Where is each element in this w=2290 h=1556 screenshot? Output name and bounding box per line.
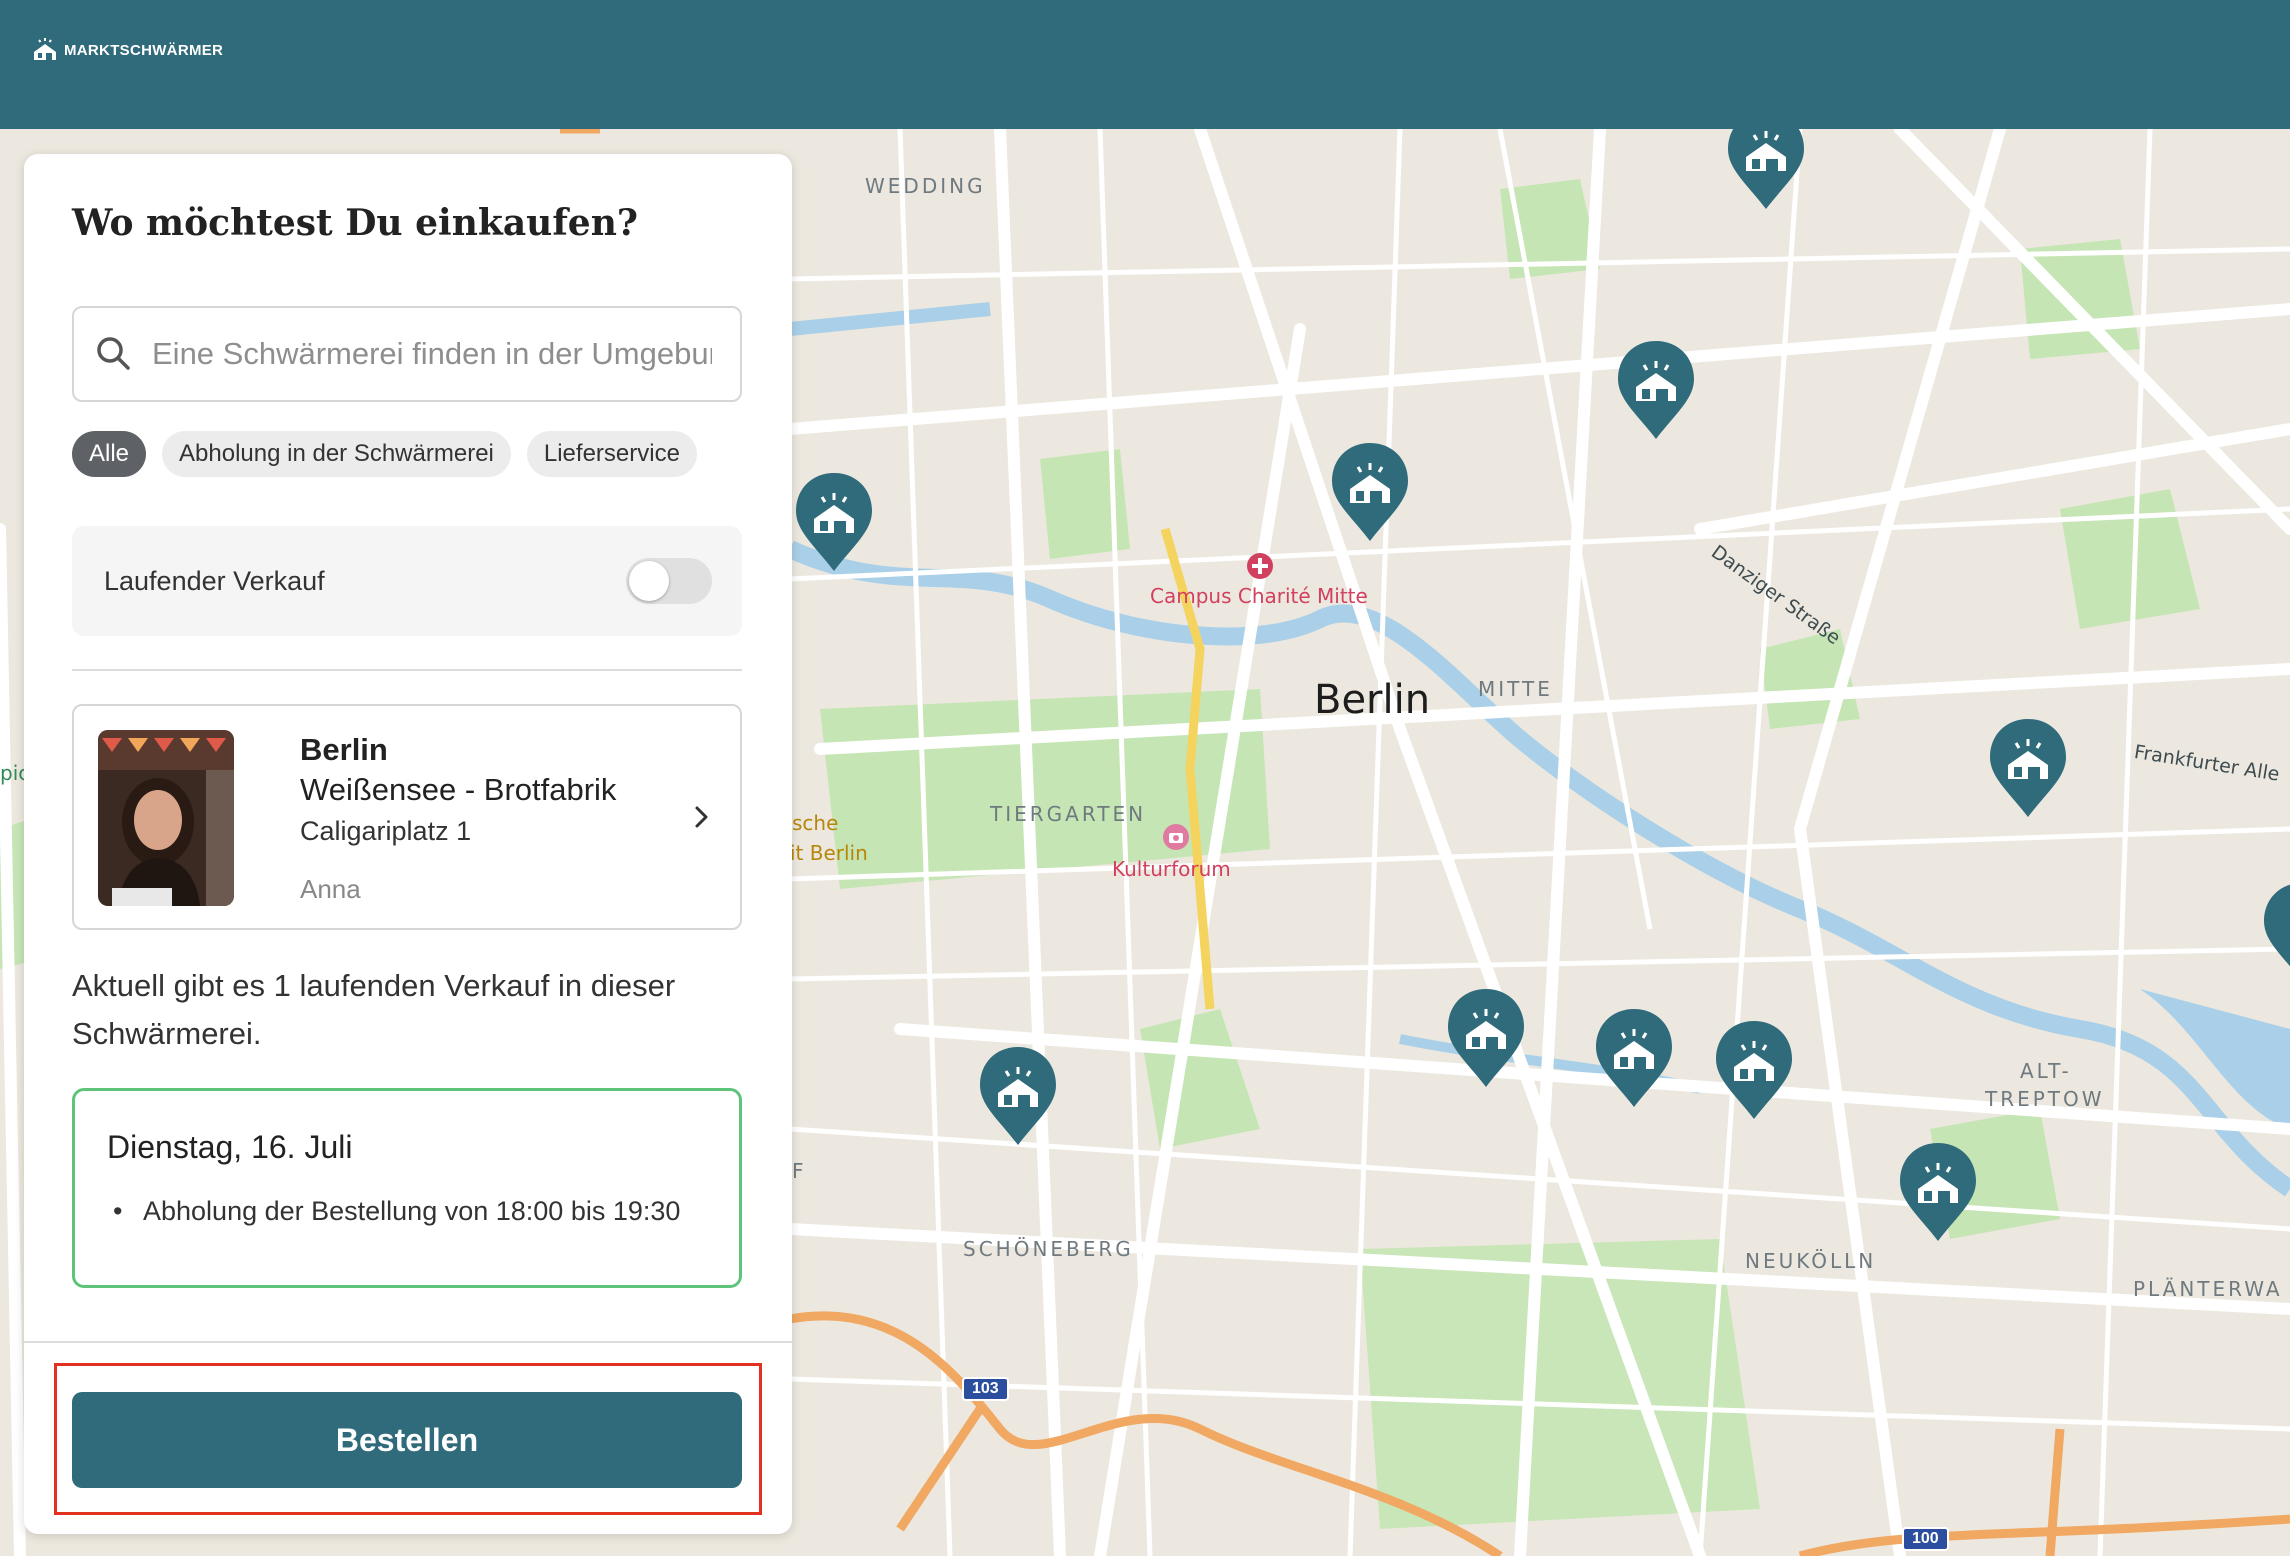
host-avatar	[98, 730, 234, 906]
market-pin-icon[interactable]	[1328, 439, 1412, 543]
city-label-berlin: Berlin	[1314, 677, 1431, 723]
market-pin-icon[interactable]	[1592, 1005, 1676, 1109]
market-pin-icon[interactable]	[976, 1043, 1060, 1147]
market-pin-icon[interactable]	[1896, 1139, 1980, 1243]
market-pin-icon[interactable]	[1444, 985, 1528, 1089]
running-sale-toggle[interactable]	[626, 558, 712, 604]
map-label-edge-f: F	[792, 1159, 807, 1183]
poi-label-fragment-2: it Berlin	[790, 841, 868, 865]
market-pin-icon[interactable]	[1614, 337, 1698, 441]
filter-chips: Alle Abholung in der Schwärmerei Liefers…	[72, 431, 697, 477]
district-label-plaenterwald: PLÄNTERWA	[2133, 1277, 2283, 1301]
poi-label-charite[interactable]: Campus Charité Mitte	[1150, 584, 1368, 608]
running-sale-filter: Laufender Verkauf	[72, 526, 742, 636]
order-button[interactable]: Bestellen	[72, 1392, 742, 1488]
search-panel: Wo möchtest Du einkaufen? Alle Abholung …	[24, 154, 792, 1534]
market-address: Caligariplatz 1	[300, 816, 472, 846]
road-shield-100: 100	[1902, 1527, 1949, 1551]
district-label-treptow: TREPTOW	[1985, 1087, 2105, 1111]
museum-icon[interactable]	[1162, 823, 1190, 851]
running-sale-label: Laufender Verkauf	[104, 566, 325, 596]
logo[interactable]: MARKTSCHWÄRMER	[32, 38, 223, 62]
market-pin-icon[interactable]	[1712, 1017, 1796, 1121]
market-host: Anna	[300, 874, 361, 904]
toggle-knob	[629, 561, 669, 601]
district-label-mitte: MITTE	[1478, 677, 1553, 701]
sale-date: Dienstag, 16. Juli	[107, 1129, 353, 1165]
panel-title: Wo möchtest Du einkaufen?	[72, 202, 638, 244]
road-shield-103: 103	[962, 1377, 1009, 1401]
hospital-icon[interactable]	[1246, 552, 1274, 580]
divider	[72, 669, 742, 671]
footer-divider	[24, 1341, 792, 1343]
market-pin-icon[interactable]	[2260, 879, 2290, 983]
market-name: Weißensee - Brotfabrik	[300, 772, 617, 807]
selected-market-card[interactable]: Berlin Weißensee - Brotfabrik Caligaripl…	[72, 704, 742, 930]
market-pin-icon[interactable]	[792, 469, 876, 573]
filter-chip-abholung[interactable]: Abholung in der Schwärmerei	[162, 431, 511, 477]
top-bar: MARKTSCHWÄRMER	[0, 0, 2290, 129]
logo-icon	[34, 38, 56, 60]
sale-card[interactable]: Dienstag, 16. Juli Abholung der Bestellu…	[72, 1088, 742, 1288]
poi-label-kulturforum[interactable]: Kulturforum	[1112, 857, 1231, 881]
market-city: Berlin	[300, 732, 388, 767]
filter-chip-alle[interactable]: Alle	[72, 431, 147, 477]
district-label-neukoelln: NEUKÖLLN	[1745, 1249, 1877, 1273]
district-label-wedding: WEDDING	[865, 174, 986, 198]
search-icon	[97, 337, 130, 370]
search-box[interactable]	[72, 306, 742, 402]
market-pin-icon[interactable]	[1724, 129, 1808, 211]
search-input[interactable]	[150, 335, 714, 373]
logo-text: MARKTSCHWÄRMER	[64, 41, 224, 59]
filter-chip-lieferservice[interactable]: Lieferservice	[526, 431, 697, 477]
district-label-alt: ALT-	[2020, 1059, 2072, 1083]
sale-info-text: Aktuell gibt es 1 laufenden Verkauf in d…	[72, 968, 676, 1051]
chevron-right-icon[interactable]	[692, 802, 712, 832]
market-pin-icon[interactable]	[1986, 715, 2070, 819]
district-label-schoeneberg: SCHÖNEBERG	[963, 1237, 1134, 1261]
poi-label-fragment-1: sche	[792, 811, 839, 835]
sale-pickup-details: Abholung der Bestellung von 18:00 bis 19…	[113, 1195, 693, 1227]
district-label-tiergarten: TIERGARTEN	[990, 802, 1147, 826]
